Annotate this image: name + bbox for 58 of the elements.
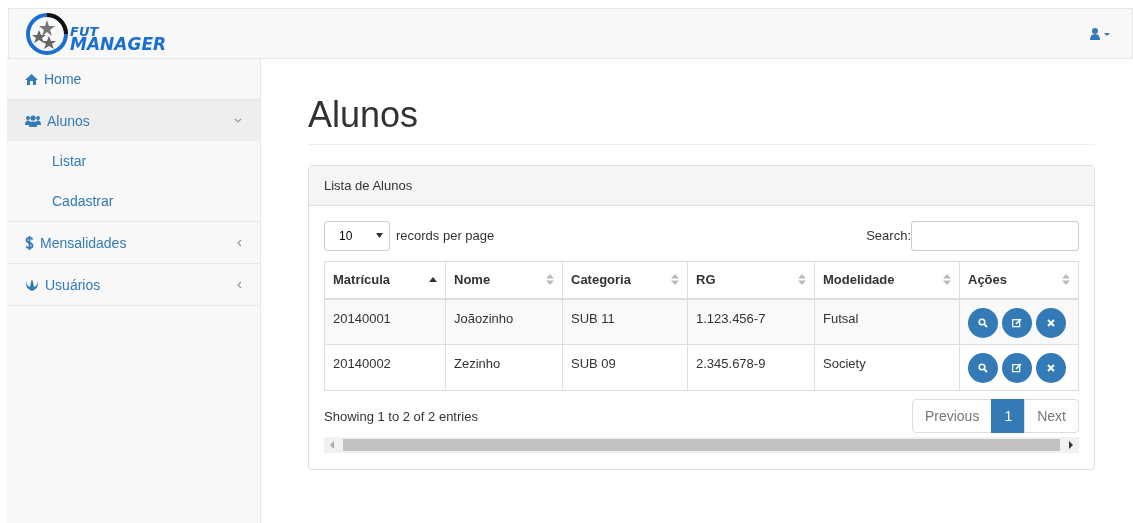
brand-name: MANAGER — [70, 37, 167, 52]
view-button[interactable] — [968, 307, 998, 338]
page-title: Alunos — [308, 95, 1095, 145]
dollar-icon — [25, 235, 34, 250]
close-icon — [1047, 364, 1055, 373]
column-header[interactable]: RG — [687, 261, 815, 299]
users-icon — [25, 114, 41, 127]
column-header[interactable]: Categoria — [562, 261, 688, 299]
submenu-item[interactable]: Listar — [7, 141, 260, 181]
table-info: Showing 1 to 2 of 2 entries — [324, 408, 478, 424]
table-cell: 20140002 — [324, 344, 446, 391]
table-cell: Futsal — [814, 298, 960, 345]
horizontal-scrollbar[interactable] — [324, 437, 1079, 454]
logo-icon — [25, 11, 69, 56]
home-icon — [25, 73, 38, 85]
chevron-left-icon — [236, 280, 242, 289]
sidebar-item[interactable]: Mensalidades — [7, 222, 260, 263]
column-header[interactable]: Matrícula — [324, 261, 446, 299]
column-header[interactable]: Ações — [959, 261, 1079, 299]
edit-icon — [1012, 317, 1022, 328]
user-icon — [1090, 27, 1110, 40]
emblem-icon — [25, 277, 39, 292]
page-button[interactable]: Next — [1024, 399, 1079, 434]
edit-button[interactable] — [1002, 307, 1032, 338]
page-button[interactable]: 1 — [991, 399, 1026, 434]
close-icon — [1047, 318, 1055, 327]
table-cell: Joãozinho — [445, 298, 563, 345]
caret-icon — [376, 233, 383, 239]
select-label: records per page — [396, 228, 495, 244]
delete-button[interactable] — [1036, 307, 1066, 338]
search-field[interactable] — [911, 220, 1079, 251]
search-label: Search: — [866, 228, 911, 244]
page-size-select[interactable]: 10 — [324, 220, 390, 251]
page-button[interactable]: Previous — [911, 399, 993, 434]
brand-name: FUT — [70, 26, 99, 38]
delete-button[interactable] — [1036, 353, 1066, 384]
sidebar-item[interactable]: Alunos — [7, 100, 260, 141]
search-icon — [978, 317, 988, 328]
table-cell: 2.345.678-9 — [687, 344, 815, 391]
panel-title: Lista de Alunos — [324, 177, 413, 193]
view-button[interactable] — [968, 353, 998, 384]
edit-button[interactable] — [1002, 353, 1032, 384]
column-header[interactable]: Modelidade — [814, 261, 960, 299]
table-cell: 1.123.456-7 — [687, 298, 815, 345]
column-header[interactable]: Nome — [445, 261, 563, 299]
table-cell: SUB 09 — [562, 344, 688, 391]
search-icon — [978, 363, 988, 374]
table-cell: Zezinho — [445, 344, 563, 391]
sidebar-item[interactable]: Home — [7, 59, 260, 99]
edit-icon — [1012, 363, 1022, 374]
sidebar-item[interactable]: Usuários — [7, 264, 260, 305]
scroll-right-icon[interactable] — [1068, 441, 1074, 450]
submenu-item[interactable]: Cadastrar — [7, 181, 260, 221]
table-cell: SUB 11 — [562, 298, 688, 345]
chevron-left-icon — [236, 238, 242, 247]
table-cell: Society — [814, 344, 960, 391]
chevron-down-icon — [234, 117, 242, 124]
table-cell: 20140001 — [324, 298, 446, 345]
